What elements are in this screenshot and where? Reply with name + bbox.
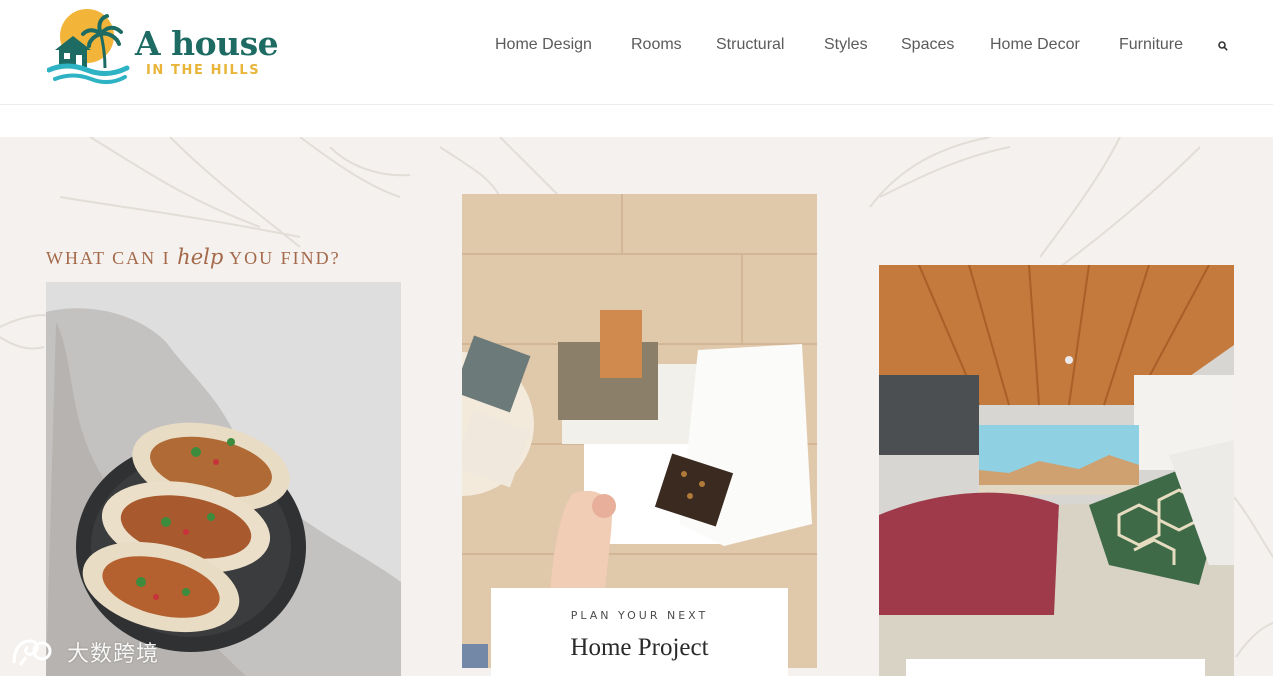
- find-heading-script: help: [177, 245, 224, 269]
- find-heading-end: YOU FIND?: [229, 248, 341, 268]
- nav-item-furniture[interactable]: Furniture: [1119, 36, 1183, 54]
- house-palm-logo-icon: [47, 9, 130, 84]
- nav-item-styles[interactable]: Styles: [824, 36, 868, 54]
- watermark: 大数跨境: [10, 636, 159, 670]
- tacos-image: [46, 282, 401, 676]
- watermark-text: 大数跨境: [67, 642, 160, 667]
- nav-item-home-decor[interactable]: Home Decor: [990, 36, 1080, 54]
- logo-title: A house: [135, 24, 279, 63]
- logo-subtitle: IN THE HILLS: [146, 63, 261, 78]
- van-card-label[interactable]: [906, 659, 1205, 676]
- nav-item-rooms[interactable]: Rooms: [631, 36, 682, 54]
- nav-item-home-design[interactable]: Home Design: [495, 36, 592, 54]
- site-header: A house IN THE HILLS Home Design Rooms S…: [0, 0, 1273, 105]
- find-heading-start: WHAT CAN I: [46, 248, 171, 268]
- find-heading: WHAT CAN I help YOU FIND?: [46, 245, 341, 269]
- hero-section: WHAT CAN I help YOU FIND? PLAN YOUR NEXT…: [0, 137, 1273, 676]
- home-project-label[interactable]: PLAN YOUR NEXT Home Project: [491, 588, 788, 676]
- nav-item-structural[interactable]: Structural: [716, 36, 784, 54]
- home-project-title: Home Project: [570, 634, 709, 661]
- van-bedroom-image: [879, 265, 1234, 676]
- home-project-eyebrow: PLAN YOUR NEXT: [570, 609, 709, 622]
- watermark-logo-icon: [12, 639, 52, 666]
- search-icon[interactable]: [1218, 41, 1228, 51]
- site-logo[interactable]: A house IN THE HILLS: [47, 6, 287, 90]
- van-bedroom-photo[interactable]: [879, 265, 1234, 676]
- nav-item-spaces[interactable]: Spaces: [901, 36, 954, 54]
- tacos-photo[interactable]: [46, 282, 401, 676]
